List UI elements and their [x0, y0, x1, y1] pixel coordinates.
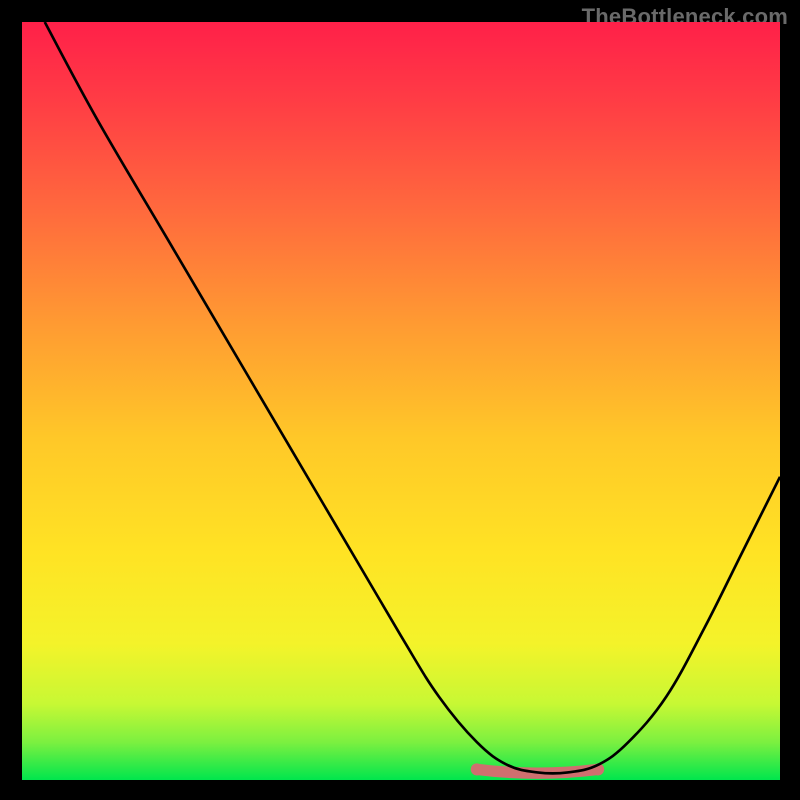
chart-svg	[22, 22, 780, 780]
gradient-background	[22, 22, 780, 780]
plot-area	[22, 22, 780, 780]
chart-container: TheBottleneck.com	[0, 0, 800, 800]
marker-dot-left	[471, 763, 483, 775]
